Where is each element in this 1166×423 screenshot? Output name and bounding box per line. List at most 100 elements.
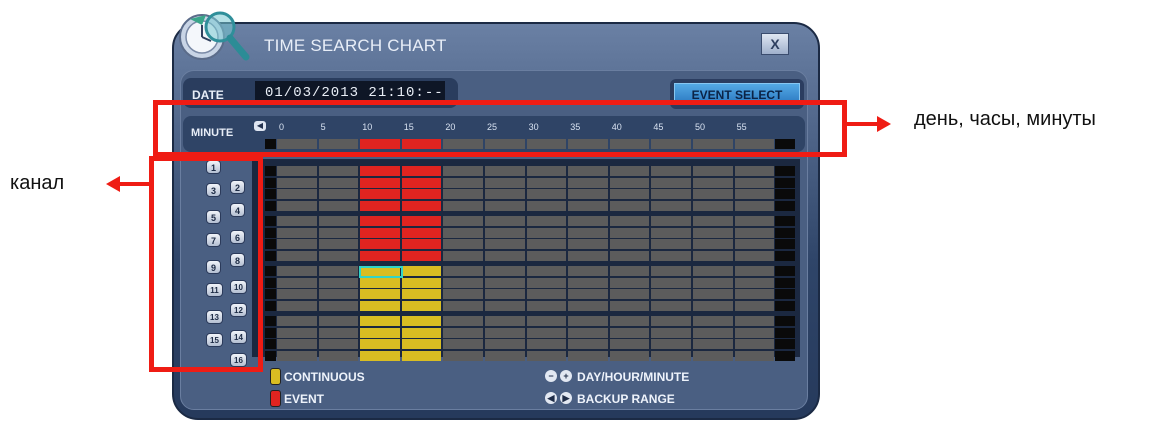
channel-row-16-segment[interactable]: [401, 350, 442, 361]
channel-row-9-segment[interactable]: [277, 266, 317, 276]
channel-row-1-segment[interactable]: [318, 166, 359, 176]
channel-row-13-segment[interactable]: [401, 316, 442, 326]
channel-row-8-segment[interactable]: [693, 250, 733, 261]
channel-row-14-segment[interactable]: [401, 327, 442, 338]
channel-row-13-segment[interactable]: [734, 316, 775, 326]
channel-row-7-segment[interactable]: [277, 239, 317, 249]
channel-row-5-segment[interactable]: [485, 216, 525, 226]
channel-row-15-segment[interactable]: [277, 339, 317, 349]
channel-row-8-segment[interactable]: [277, 250, 317, 261]
channel-row-11-segment[interactable]: [734, 289, 775, 299]
channel-row-11-segment[interactable]: [401, 289, 442, 299]
channel-row-5-segment[interactable]: [318, 216, 359, 226]
channel-row-10-segment[interactable]: [526, 277, 567, 288]
channel-row-2-segment[interactable]: [443, 177, 483, 188]
channel-row-10-segment[interactable]: [277, 277, 317, 288]
channel-row-12-segment[interactable]: [734, 300, 775, 311]
channel-row-14-segment[interactable]: [693, 327, 733, 338]
channel-row-12-segment[interactable]: [443, 300, 483, 311]
channel-row-13-segment[interactable]: [526, 316, 567, 326]
channel-row-15-segment[interactable]: [568, 339, 608, 349]
channel-row-1-segment[interactable]: [485, 166, 525, 176]
channel-row-13-segment[interactable]: [693, 316, 733, 326]
channel-row-12-segment[interactable]: [485, 300, 525, 311]
channel-row-6-segment[interactable]: [609, 227, 650, 238]
channel-row-12-segment[interactable]: [651, 300, 691, 311]
channel-row-3-segment[interactable]: [609, 189, 650, 199]
channel-row-5-segment[interactable]: [443, 216, 483, 226]
channel-row-4-segment[interactable]: [485, 200, 525, 211]
channel-row-14-segment[interactable]: [568, 327, 608, 338]
channel-row-10-segment[interactable]: [485, 277, 525, 288]
channel-row-15-segment[interactable]: [318, 339, 359, 349]
channel-row-1-segment[interactable]: [568, 166, 608, 176]
channel-row-15-segment[interactable]: [651, 339, 691, 349]
channel-row-11-segment[interactable]: [693, 289, 733, 299]
channel-row-11-segment[interactable]: [277, 289, 317, 299]
channel-row-16-segment[interactable]: [693, 350, 733, 361]
channel-row-16-segment[interactable]: [609, 350, 650, 361]
channel-row-11-segment[interactable]: [485, 289, 525, 299]
channel-row-6-segment[interactable]: [568, 227, 608, 238]
channel-row-4-segment[interactable]: [734, 200, 775, 211]
channel-row-4-segment[interactable]: [401, 200, 442, 211]
channel-row-14-segment[interactable]: [485, 327, 525, 338]
channel-row-12-segment[interactable]: [568, 300, 608, 311]
channel-row-16-segment[interactable]: [443, 350, 483, 361]
channel-row-2-segment[interactable]: [401, 177, 442, 188]
channel-row-5-segment[interactable]: [693, 216, 733, 226]
channel-row-16-segment[interactable]: [651, 350, 691, 361]
channel-row-12-segment[interactable]: [318, 300, 359, 311]
channel-row-15-segment[interactable]: [401, 339, 442, 349]
channel-row-9-segment[interactable]: [401, 266, 442, 276]
channel-row-4-segment[interactable]: [568, 200, 608, 211]
channel-row-11-segment[interactable]: [443, 289, 483, 299]
channel-row-16-segment[interactable]: [360, 350, 400, 361]
channel-row-8-segment[interactable]: [609, 250, 650, 261]
channel-row-9-segment[interactable]: [734, 266, 775, 276]
channel-row-5-segment[interactable]: [734, 216, 775, 226]
channel-row-6-segment[interactable]: [485, 227, 525, 238]
channel-row-4-segment[interactable]: [651, 200, 691, 211]
channel-row-9-segment[interactable]: [485, 266, 525, 276]
channel-row-6-segment[interactable]: [443, 227, 483, 238]
channel-row-12-segment[interactable]: [693, 300, 733, 311]
channel-row-6-segment[interactable]: [693, 227, 733, 238]
channel-row-9-segment[interactable]: [568, 266, 608, 276]
channel-row-3-segment[interactable]: [651, 189, 691, 199]
channel-row-9-segment[interactable]: [318, 266, 359, 276]
channel-row-4-segment[interactable]: [318, 200, 359, 211]
channel-row-2-segment[interactable]: [734, 177, 775, 188]
channel-row-8-segment[interactable]: [318, 250, 359, 261]
channel-row-8-segment[interactable]: [651, 250, 691, 261]
channel-row-4-segment[interactable]: [609, 200, 650, 211]
channel-row-14-segment[interactable]: [651, 327, 691, 338]
channel-row-1-segment[interactable]: [401, 166, 442, 176]
channel-row-6-segment[interactable]: [360, 227, 400, 238]
channel-row-7-segment[interactable]: [609, 239, 650, 249]
channel-row-9-segment[interactable]: [443, 266, 483, 276]
channel-row-14-segment[interactable]: [277, 327, 317, 338]
channel-row-8-segment[interactable]: [526, 250, 567, 261]
channel-row-14-segment[interactable]: [443, 327, 483, 338]
channel-row-2-segment[interactable]: [485, 177, 525, 188]
channel-row-8-segment[interactable]: [401, 250, 442, 261]
channel-row-3-segment[interactable]: [734, 189, 775, 199]
channel-row-3-segment[interactable]: [693, 189, 733, 199]
channel-row-1-segment[interactable]: [734, 166, 775, 176]
channel-row-10-segment[interactable]: [443, 277, 483, 288]
channel-row-8-segment[interactable]: [568, 250, 608, 261]
channel-row-2-segment[interactable]: [568, 177, 608, 188]
channel-row-13-segment[interactable]: [360, 316, 400, 326]
channel-row-15-segment[interactable]: [734, 339, 775, 349]
channel-row-4-segment[interactable]: [693, 200, 733, 211]
channel-row-9-segment[interactable]: [693, 266, 733, 276]
channel-row-1-segment[interactable]: [277, 166, 317, 176]
channel-row-3-segment[interactable]: [318, 189, 359, 199]
channel-row-1-segment[interactable]: [443, 166, 483, 176]
channel-row-3-segment[interactable]: [568, 189, 608, 199]
channel-row-7-segment[interactable]: [651, 239, 691, 249]
channel-row-4-segment[interactable]: [526, 200, 567, 211]
channel-row-5-segment[interactable]: [277, 216, 317, 226]
channel-row-10-segment[interactable]: [693, 277, 733, 288]
